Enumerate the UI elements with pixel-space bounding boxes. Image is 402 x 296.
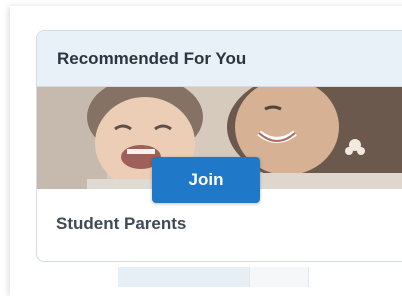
card-header: Recommended For You [37,31,402,87]
join-button[interactable]: Join [152,157,260,203]
next-card-segment [249,267,308,287]
next-card-segment [307,267,402,287]
recommended-card: Recommended For You Join Student Parents [36,30,402,262]
card-title: Recommended For You [57,48,247,68]
next-card-strip [118,267,402,287]
group-name[interactable]: Student Parents [56,214,186,234]
next-card-segment [118,267,250,287]
